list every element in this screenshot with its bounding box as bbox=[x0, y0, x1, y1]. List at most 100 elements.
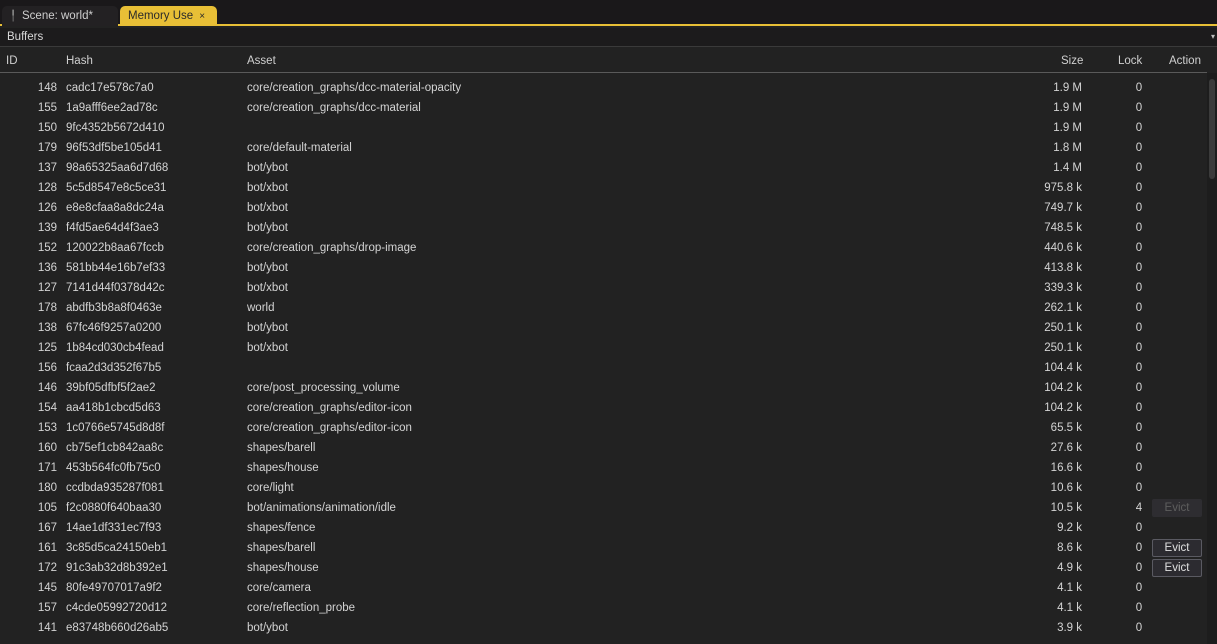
cell-id: 141 bbox=[37, 622, 57, 634]
cell-size: 975.8 k bbox=[1044, 182, 1082, 194]
table-row[interactable]: 179 96f53df5be105d41 core/default-material… bbox=[0, 138, 1207, 158]
table-row[interactable]: 178 abdfb3b8a8f0463e world 262.1 k 0 bbox=[0, 298, 1207, 318]
cell-lock: 0 bbox=[1135, 542, 1143, 554]
cell-hash: 1a9afff6ee2ad78c bbox=[66, 102, 158, 114]
cell-hash: c4cde05992720d12 bbox=[66, 602, 168, 614]
cell-id: 136 bbox=[37, 262, 57, 274]
cell-asset: bot/xbot bbox=[247, 282, 288, 294]
column-header-size[interactable]: Size bbox=[1061, 55, 1083, 67]
cell-asset: world bbox=[247, 302, 275, 314]
cell-id: 180 bbox=[37, 482, 57, 494]
table-row[interactable]: 155 1a9afff6ee2ad78c core/creation_graphs/… bbox=[0, 98, 1207, 118]
table-row[interactable]: 167 14ae1df331ec7f93 shapes/fence 9.2 k 0 bbox=[0, 518, 1207, 538]
table-row[interactable]: 153 1c0766e5745d8d8f core/creation_graphs/… bbox=[0, 418, 1207, 438]
cell-id: 148 bbox=[37, 82, 57, 94]
cell-asset: core/creation_graphs/editor-icon bbox=[247, 422, 412, 434]
table-row[interactable]: 136 581bb44e16b7ef33 bot/ybot 413.8 k 0 bbox=[0, 258, 1207, 278]
table-row[interactable]: 138 67fc46f9257a0200 bot/ybot 250.1 k 0 bbox=[0, 318, 1207, 338]
cell-lock: 0 bbox=[1135, 222, 1143, 234]
column-header-asset[interactable]: Asset bbox=[247, 55, 276, 67]
cell-id: 179 bbox=[37, 142, 57, 154]
cell-asset: shapes/house bbox=[247, 562, 319, 574]
table-row[interactable]: 148 cadc17e578c7a0 core/creation_graphs/dc… bbox=[0, 78, 1207, 98]
cell-lock: 0 bbox=[1135, 322, 1143, 334]
close-icon[interactable]: × bbox=[199, 7, 205, 27]
pin-icon: ╿ bbox=[10, 11, 17, 22]
cell-id: 160 bbox=[37, 442, 57, 454]
cell-lock: 0 bbox=[1135, 382, 1143, 394]
column-header-hash[interactable]: Hash bbox=[66, 55, 93, 67]
table-row[interactable]: 180 ccdbda935287f081 core/light 10.6 k 0 bbox=[0, 478, 1207, 498]
cell-size: 1.9 M bbox=[1053, 122, 1082, 134]
table-row[interactable]: 156 fcaa2d3d352f67b5 104.4 k 0 bbox=[0, 358, 1207, 378]
table-row[interactable]: 157 c4cde05992720d12 core/reflection_probe… bbox=[0, 598, 1207, 618]
tab-memory-use[interactable]: Memory Use × bbox=[120, 6, 217, 26]
table-row[interactable]: 171 453b564fc0fb75c0 shapes/house 16.6 k 0 bbox=[0, 458, 1207, 478]
cell-size: 9.2 k bbox=[1057, 522, 1082, 534]
cell-asset: core/creation_graphs/dcc-material bbox=[247, 102, 421, 114]
cell-asset: core/creation_graphs/drop-image bbox=[247, 242, 417, 254]
evict-button[interactable]: Evict bbox=[1152, 559, 1202, 577]
cell-size: 10.6 k bbox=[1050, 482, 1082, 494]
cell-id: 178 bbox=[37, 302, 57, 314]
table-row[interactable]: 145 80fe49707017a9f2 core/camera 4.1 k 0 bbox=[0, 578, 1207, 598]
cell-id: 152 bbox=[37, 242, 57, 254]
table-row[interactable]: 139 f4fd5ae64d4f3ae3 bot/ybot 748.5 k 0 bbox=[0, 218, 1207, 238]
buffer-type-dropdown[interactable]: Buffers ▾ bbox=[0, 28, 1217, 47]
cell-hash: 581bb44e16b7ef33 bbox=[66, 262, 166, 274]
table-row[interactable]: 154 aa418b1cbcd5d63 core/creation_graphs/e… bbox=[0, 398, 1207, 418]
cell-asset: core/reflection_probe bbox=[247, 602, 356, 614]
table-row[interactable]: 172 91c3ab32d8b392e1 shapes/house 4.9 k 0 Evi… bbox=[0, 558, 1207, 578]
vertical-scrollbar[interactable] bbox=[1207, 73, 1217, 644]
table-row[interactable]: 161 3c85d5ca24150eb1 shapes/barell 8.6 k 0 Ev… bbox=[0, 538, 1207, 558]
table-header: ID Hash Asset Size Lock Action bbox=[0, 48, 1207, 73]
cell-size: 262.1 k bbox=[1044, 302, 1082, 314]
cell-hash: 98a65325aa6d7d68 bbox=[66, 162, 169, 174]
column-header-lock[interactable]: Lock bbox=[1118, 55, 1142, 67]
cell-lock: 0 bbox=[1135, 602, 1143, 614]
cell-hash: 96f53df5be105d41 bbox=[66, 142, 162, 154]
cell-lock: 0 bbox=[1135, 202, 1143, 214]
table-row[interactable]: 160 cb75ef1cb842aa8c shapes/barell 27.6 k 0 bbox=[0, 438, 1207, 458]
cell-hash: 39bf05dfbf5f2ae2 bbox=[66, 382, 156, 394]
table-row[interactable]: 152 120022b8aa67fccb core/creation_graphs/… bbox=[0, 238, 1207, 258]
table-row[interactable]: 137 98a65325aa6d7d68 bot/ybot 1.4 M 0 bbox=[0, 158, 1207, 178]
table-row[interactable]: 125 1b84cd030cb4fead bot/xbot 250.1 k 0 bbox=[0, 338, 1207, 358]
cell-lock: 4 bbox=[1135, 502, 1143, 514]
chevron-down-icon: ▾ bbox=[1210, 32, 1215, 41]
table-row[interactable]: 150 9fc4352b5672d410 1.9 M 0 bbox=[0, 118, 1207, 138]
table-row[interactable]: 141 e83748b660d26ab5 bot/ybot 3.9 k 0 bbox=[0, 618, 1207, 638]
scrollbar-thumb[interactable] bbox=[1209, 79, 1215, 179]
cell-lock: 0 bbox=[1135, 442, 1143, 454]
cell-id: 145 bbox=[37, 582, 57, 594]
column-header-action[interactable]: Action bbox=[1169, 55, 1201, 67]
table-row[interactable]: 146 39bf05dfbf5f2ae2 core/post_processing_… bbox=[0, 378, 1207, 398]
cell-asset: core/camera bbox=[247, 582, 311, 594]
cell-hash: f2c0880f640baa30 bbox=[66, 502, 162, 514]
cell-size: 104.4 k bbox=[1044, 362, 1082, 374]
table-row[interactable]: 128 5c5d8547e8c5ce31 bot/xbot 975.8 k 0 bbox=[0, 178, 1207, 198]
table-row[interactable]: 105 f2c0880f640baa30 bot/animations/animat… bbox=[0, 498, 1207, 518]
buffer-table-body: 148 cadc17e578c7a0 core/creation_graphs/dc… bbox=[0, 78, 1207, 638]
table-row[interactable]: 126 e8e8cfaa8a8dc24a bot/xbot 749.7 k 0 bbox=[0, 198, 1207, 218]
cell-lock: 0 bbox=[1135, 262, 1143, 274]
cell-lock: 0 bbox=[1135, 122, 1143, 134]
table-row[interactable]: 127 7141d44f0378d42c bot/xbot 339.3 k 0 bbox=[0, 278, 1207, 298]
cell-lock: 0 bbox=[1135, 302, 1143, 314]
tab-scene-world[interactable]: ╿ Scene: world* bbox=[2, 6, 118, 26]
cell-hash: 1b84cd030cb4fead bbox=[66, 342, 164, 354]
cell-hash: 14ae1df331ec7f93 bbox=[66, 522, 162, 534]
evict-button[interactable]: Evict bbox=[1152, 539, 1202, 557]
cell-id: 161 bbox=[37, 542, 57, 554]
cell-lock: 0 bbox=[1135, 102, 1143, 114]
cell-hash: abdfb3b8a8f0463e bbox=[66, 302, 162, 314]
cell-hash: 5c5d8547e8c5ce31 bbox=[66, 182, 167, 194]
cell-id: 138 bbox=[37, 322, 57, 334]
cell-size: 339.3 k bbox=[1044, 282, 1082, 294]
cell-asset: bot/ybot bbox=[247, 262, 288, 274]
cell-id: 157 bbox=[37, 602, 57, 614]
cell-lock: 0 bbox=[1135, 342, 1143, 354]
cell-id: 125 bbox=[37, 342, 57, 354]
column-header-id[interactable]: ID bbox=[6, 55, 18, 67]
cell-size: 4.9 k bbox=[1057, 562, 1082, 574]
